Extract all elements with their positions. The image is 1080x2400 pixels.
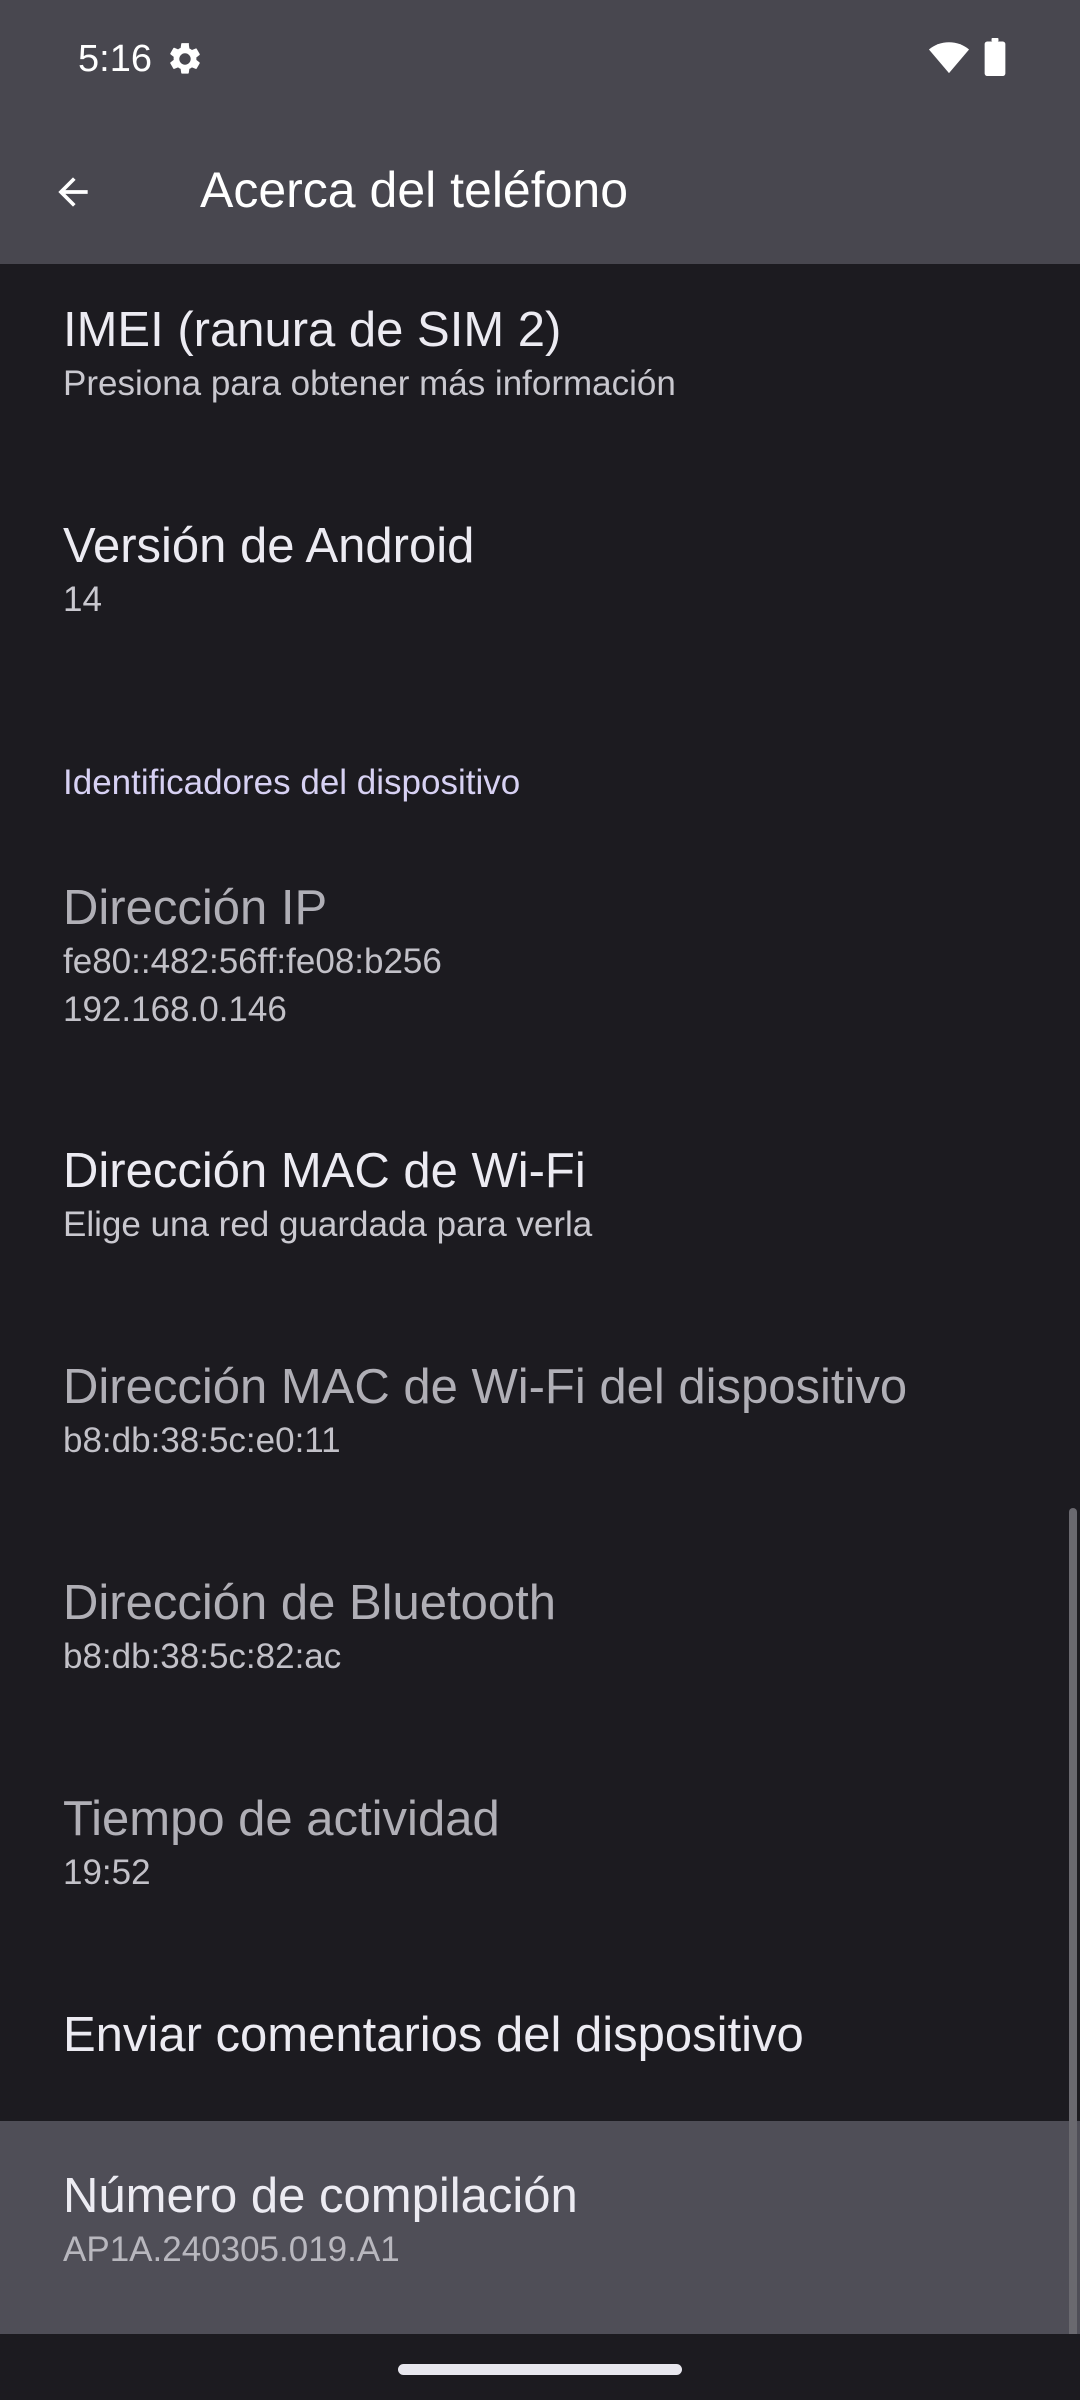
pref-summary: AP1A.240305.019.A1 [63, 2230, 400, 2269]
gesture-handle[interactable] [398, 2364, 682, 2375]
pref-android-version[interactable]: Versión de Android 14 [0, 516, 1080, 624]
pref-summary: Presiona para obtener más información [63, 364, 676, 403]
page-title: Acerca del teléfono [200, 162, 629, 218]
pref-send-feedback[interactable]: Enviar comentarios del dispositivo [0, 2005, 1080, 2065]
pref-summary-line1: fe80::482:56ff:fe08:b256 [63, 942, 442, 981]
scrollbar[interactable] [1069, 1508, 1077, 2338]
pref-ip-address: Dirección IP fe80::482:56ff:fe08:b256 19… [0, 878, 1080, 1034]
pref-build-number[interactable]: Número de compilación AP1A.240305.019.A1 [0, 2121, 1080, 2334]
pref-title: Tiempo de actividad [63, 1792, 500, 1846]
status-bar: 5:16 [0, 0, 1080, 118]
pref-summary: 14 [63, 580, 102, 619]
pref-title: Enviar comentarios del dispositivo [63, 2008, 804, 2062]
preference-list[interactable]: IMEI (ranura de SIM 2) Presiona para obt… [0, 264, 1080, 2334]
back-button[interactable] [40, 159, 106, 225]
pref-title: Dirección MAC de Wi-Fi del dispositivo [63, 1360, 908, 1414]
pref-summary: b8:db:38:5c:82:ac [63, 1637, 342, 1676]
screen: 5:16 Acerca del teléfono IMEI (ranura de… [0, 0, 1080, 2400]
pref-title: Dirección IP [63, 881, 328, 935]
pref-title: Versión de Android [63, 519, 475, 573]
gear-icon [170, 43, 200, 74]
pref-title: Dirección MAC de Wi-Fi [63, 1144, 586, 1198]
pref-imei-sim2[interactable]: IMEI (ranura de SIM 2) Presiona para obt… [0, 300, 1080, 408]
category-header-device-identifiers: Identificadores del dispositivo [63, 763, 521, 802]
pref-device-wifi-mac: Dirección MAC de Wi-Fi del dispositivo b… [0, 1357, 1080, 1465]
pref-uptime: Tiempo de actividad 19:52 [0, 1789, 1080, 1897]
pref-summary: Elige una red guardada para verla [63, 1205, 593, 1244]
pref-title: Dirección de Bluetooth [63, 1576, 557, 1630]
app-bar: Acerca del teléfono [0, 118, 1080, 264]
pref-summary: 19:52 [63, 1853, 151, 1892]
pref-bluetooth-address: Dirección de Bluetooth b8:db:38:5c:82:ac [0, 1573, 1080, 1681]
wifi-icon [928, 42, 970, 74]
status-time: 5:16 [78, 38, 152, 80]
arrow-back-icon [58, 177, 88, 207]
pref-wifi-mac[interactable]: Dirección MAC de Wi-Fi Elige una red gua… [0, 1141, 1080, 1249]
pref-title: IMEI (ranura de SIM 2) [63, 303, 562, 357]
battery-icon [984, 38, 1006, 76]
pref-title: Número de compilación [63, 2169, 578, 2223]
pref-summary: b8:db:38:5c:e0:11 [63, 1421, 341, 1460]
pref-summary-line2: 192.168.0.146 [63, 990, 287, 1029]
